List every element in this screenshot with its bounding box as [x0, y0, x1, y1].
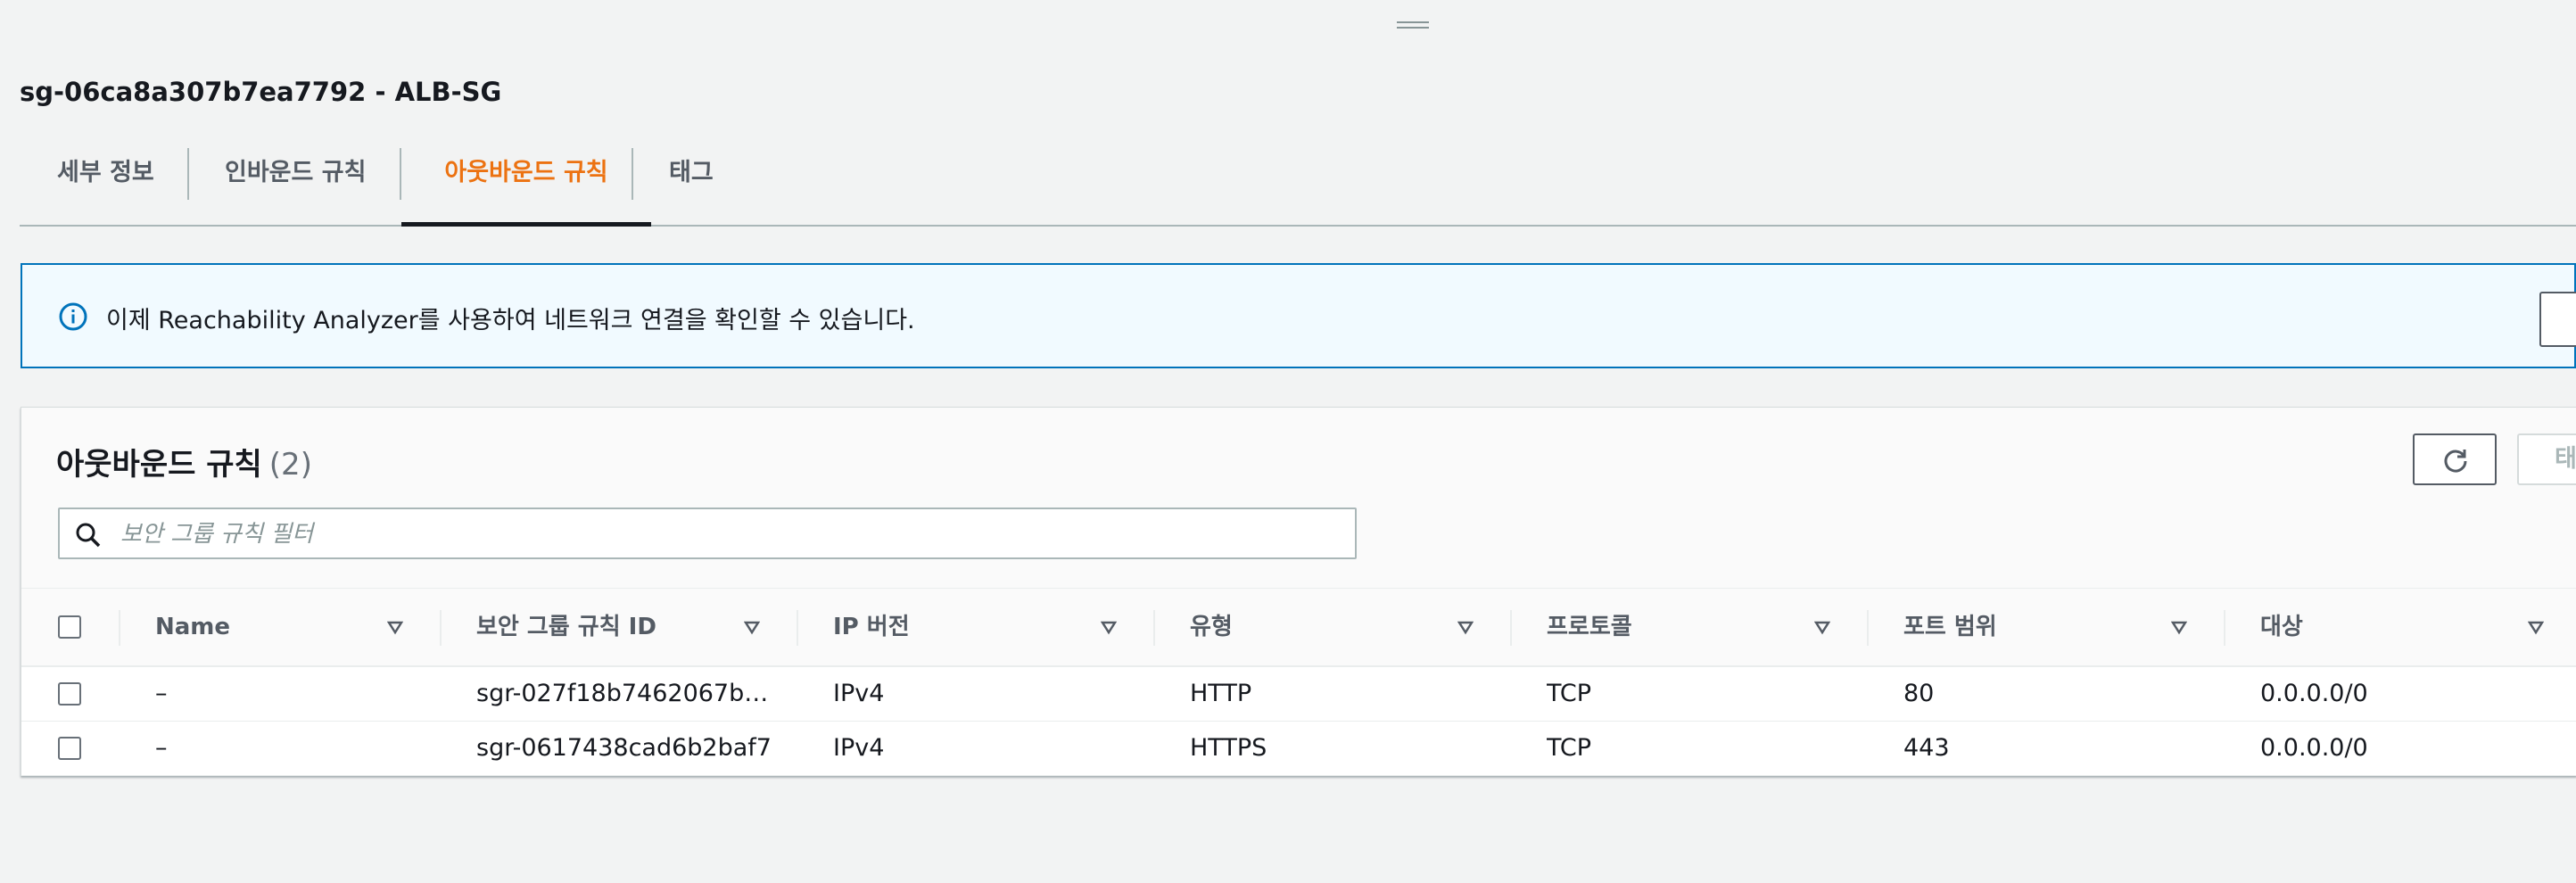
info-alert: 이제 Reachability Analyzer를 사용하여 네트워크 연결을 … [21, 263, 2576, 368]
cell-rule-id[interactable]: sgr-0617438cad6b2baf7 [476, 722, 788, 775]
page-title: sg-06ca8a307b7ea7792 - ALB-SG [20, 77, 502, 107]
sort-down-icon[interactable] [387, 619, 403, 635]
tab-details[interactable]: 세부 정보 [57, 143, 154, 225]
cell-name: – [155, 734, 168, 762]
cell-protocol: TCP [1547, 734, 1592, 762]
cell-ip-version: IPv4 [833, 734, 885, 762]
cell-port-range: 80 [1903, 680, 1935, 707]
table-row[interactable]: – sgr-027f18b7462067b… IPv4 HTTP TCP 80 … [21, 667, 2576, 722]
cell-destination: 0.0.0.0/0 [2260, 734, 2368, 762]
column-header-protocol[interactable]: 프로토콜 [1547, 589, 1632, 665]
tab-label: 세부 정보 [57, 159, 154, 186]
tab-tags[interactable]: 태그 [669, 143, 714, 225]
tab-label: 태그 [669, 159, 714, 186]
cell-name: – [155, 680, 168, 707]
table-header: Name 보안 그룹 규칙 ID IP 버전 유형 프로토콜 포트 범위 대상 [21, 588, 2576, 667]
cell-type: HTTPS [1190, 734, 1267, 762]
sort-down-icon[interactable] [1814, 619, 1830, 635]
table-row[interactable]: – sgr-0617438cad6b2baf7 IPv4 HTTPS TCP 4… [21, 722, 2576, 776]
tab-divider [187, 148, 189, 200]
alert-message: 이제 Reachability Analyzer를 사용하여 네트워크 연결을 … [106, 307, 915, 334]
sort-down-icon[interactable] [2171, 619, 2187, 635]
rule-filter[interactable] [58, 508, 1357, 559]
column-header-destination[interactable]: 대상 [2260, 589, 2303, 665]
tab-inbound-rules[interactable]: 인바운드 규칙 [225, 143, 366, 225]
search-icon [76, 523, 101, 548]
cell-rule-id[interactable]: sgr-027f18b7462067b… [476, 667, 788, 721]
rule-count: (2) [268, 447, 312, 483]
rules-table: Name 보안 그룹 규칙 ID IP 버전 유형 프로토콜 포트 범위 대상 … [21, 588, 2576, 776]
refresh-button[interactable] [2413, 433, 2497, 485]
column-header-rule-id[interactable]: 보안 그룹 규칙 ID [476, 589, 656, 665]
edit-rules-button[interactable]: 태 [2517, 433, 2576, 485]
column-divider[interactable] [1510, 610, 1512, 646]
column-header-ip-version[interactable]: IP 버전 [833, 589, 910, 665]
sort-down-icon[interactable] [2528, 619, 2544, 635]
column-header-type[interactable]: 유형 [1190, 589, 1233, 665]
info-icon [59, 302, 87, 331]
alert-action-button[interactable] [2539, 292, 2576, 347]
sort-down-icon[interactable] [1457, 619, 1474, 635]
column-divider[interactable] [2224, 610, 2225, 646]
row-checkbox[interactable] [58, 682, 81, 706]
drag-handle-icon[interactable] [1397, 21, 1429, 30]
sort-down-icon[interactable] [744, 619, 760, 635]
cell-port-range: 443 [1903, 734, 1950, 762]
tab-divider [632, 148, 633, 200]
outbound-rules-panel: 아웃바운드 규칙(2) 태 Name 보안 그룹 규칙 ID IP 버전 유 [21, 407, 2576, 776]
refresh-icon [2444, 450, 2467, 473]
panel-title-text: 아웃바운드 규칙 [56, 447, 262, 483]
cell-type: HTTP [1190, 680, 1252, 707]
column-header-name[interactable]: Name [155, 589, 230, 665]
column-divider[interactable] [1153, 610, 1155, 646]
cell-destination: 0.0.0.0/0 [2260, 680, 2368, 707]
active-tab-indicator [401, 222, 651, 227]
tab-label: 인바운드 규칙 [225, 159, 367, 186]
column-divider [119, 610, 120, 646]
cell-protocol: TCP [1547, 680, 1592, 707]
column-divider[interactable] [1867, 610, 1869, 646]
select-all-checkbox[interactable] [58, 615, 81, 639]
tab-outbound-rules[interactable]: 아웃바운드 규칙 [401, 143, 651, 227]
tab-label: 아웃바운드 규칙 [444, 159, 608, 186]
tab-bar: 세부 정보 인바운드 규칙 아웃바운드 규칙 태그 [20, 143, 2576, 227]
sort-down-icon[interactable] [1101, 619, 1117, 635]
column-header-port-range[interactable]: 포트 범위 [1903, 589, 1997, 665]
panel-title: 아웃바운드 규칙 (2) [56, 440, 312, 483]
filter-input[interactable] [119, 515, 1344, 554]
column-divider[interactable] [440, 610, 442, 646]
column-divider[interactable] [797, 610, 798, 646]
row-checkbox[interactable] [58, 737, 81, 760]
cell-ip-version: IPv4 [833, 680, 885, 707]
